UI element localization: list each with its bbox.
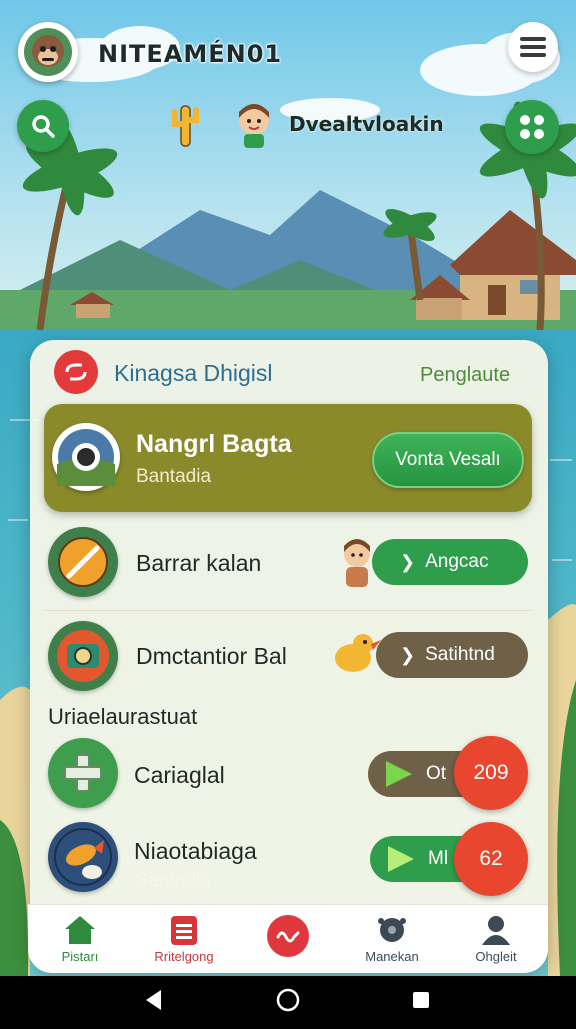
- chevron-right-icon: ❯: [400, 644, 416, 665]
- nav-label: Pistarı: [61, 949, 99, 964]
- featured-icon: [52, 423, 120, 491]
- section-title: Uriaelaurastuat: [48, 704, 198, 729]
- list-item-label: Barrar kalan: [136, 550, 262, 576]
- recents-icon[interactable]: [413, 992, 429, 1008]
- camera-icon: [57, 630, 109, 682]
- wave-icon: [276, 931, 300, 943]
- featured-title: Nangrl Bagta: [136, 430, 292, 458]
- list-item-action-label: Ot: [426, 763, 447, 784]
- home-icon: [65, 916, 95, 944]
- nav-center[interactable]: [236, 905, 340, 973]
- panel-title: Kinagsa Dhigisl: [114, 360, 273, 386]
- gamepad-icon: [520, 115, 544, 139]
- chat-icon: [57, 429, 115, 486]
- list-item-action-label: Ml: [428, 848, 449, 869]
- list-item-icon: [48, 738, 118, 808]
- list-item-action-label: Angcac: [425, 551, 489, 572]
- menu-button[interactable]: [508, 22, 558, 72]
- nav-home[interactable]: Pistarı: [28, 905, 132, 973]
- list-item-action[interactable]: ❯ Satihtnd: [376, 632, 528, 678]
- nav-list[interactable]: Rritelgong: [132, 905, 236, 973]
- nav-label: Manekan: [365, 949, 419, 964]
- fish-icon: [54, 828, 112, 886]
- list-item-icon: [48, 621, 118, 691]
- list-item-icon: [48, 527, 118, 597]
- home-circle-icon[interactable]: [276, 988, 300, 1012]
- monkey-avatar-icon: [24, 28, 72, 76]
- divider: [44, 610, 532, 611]
- panel-logo: [54, 350, 98, 394]
- featured-action-button[interactable]: Vonta Vesalı: [372, 432, 524, 488]
- list-item-label: Dmctantior Bal: [136, 643, 287, 669]
- character-icon: [230, 100, 278, 155]
- system-nav-bar: [0, 976, 576, 1024]
- username: NITEAMÉN01: [98, 40, 283, 68]
- featured-subtitle: Bantadia: [136, 466, 212, 487]
- avatar[interactable]: [18, 22, 78, 82]
- greeting-text: Dvealtvloakin: [289, 112, 444, 136]
- list-item-label: Cariaglal: [134, 762, 225, 788]
- panel-link[interactable]: Penglaute: [420, 364, 510, 387]
- search-icon: [32, 115, 55, 138]
- play-icon: [386, 761, 412, 787]
- center-action-button[interactable]: [267, 915, 309, 957]
- count-badge: 209: [454, 736, 528, 810]
- play-icon: [388, 846, 414, 872]
- list-item-action[interactable]: ❯ Angcac: [372, 539, 528, 585]
- compass-icon: [58, 537, 108, 587]
- list-item-action-label: Satihtnd: [425, 644, 495, 665]
- game-button[interactable]: [505, 100, 559, 154]
- list-item-icon: [48, 822, 118, 892]
- clipboard-icon: [171, 916, 197, 945]
- search-button[interactable]: [17, 100, 69, 152]
- profile-icon: [482, 916, 510, 945]
- plus-icon: [64, 754, 102, 792]
- count-badge: 62: [454, 822, 528, 896]
- nav-label: Ohgleit: [475, 949, 517, 964]
- nav-explore[interactable]: Manekan: [340, 905, 444, 973]
- back-icon[interactable]: [146, 990, 161, 1010]
- cactus-icon: [170, 102, 200, 155]
- nav-profile[interactable]: Ohgleit: [444, 905, 548, 973]
- bottom-nav: Pistarı Rritelgong Manekan Ohgleit: [28, 904, 548, 973]
- list-item-label: Niaotabiaga: [134, 838, 257, 864]
- menu-icon: [520, 37, 546, 57]
- refresh-icon: [65, 363, 87, 381]
- globe-icon: [378, 918, 406, 942]
- nav-label: Rritelgong: [154, 949, 214, 964]
- chevron-right-icon: ❯: [400, 551, 416, 572]
- list-item-sublabel: Gantndia: [134, 870, 212, 891]
